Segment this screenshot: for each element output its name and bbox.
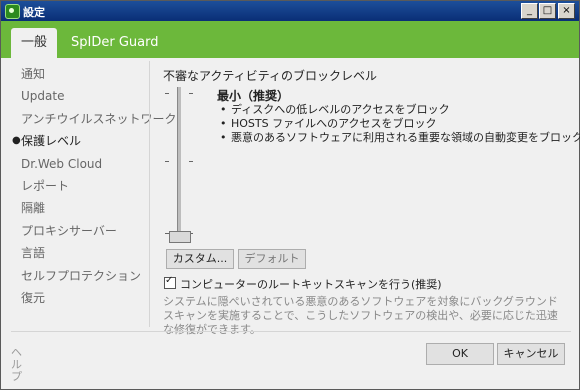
sidebar-item-self-protection[interactable]: セルフプロテクション: [11, 265, 147, 287]
level-title: 最小（推奨）: [217, 89, 290, 103]
maximize-button[interactable]: □: [539, 3, 556, 19]
custom-button[interactable]: カスタム...: [166, 249, 234, 269]
slider-track: [177, 87, 181, 237]
app-spider-icon: [5, 4, 20, 19]
slider-thumb[interactable]: [169, 231, 191, 243]
sidebar-item-protection-level[interactable]: ● 保護レベル: [11, 130, 147, 152]
settings-window: 設定 _ □ × 一般 SpIDer Guard 通知 Update アンチウイ…: [0, 0, 580, 390]
horizontal-divider: [11, 331, 571, 332]
selected-bullet-icon: ●: [12, 135, 21, 147]
sidebar-item-notifications[interactable]: 通知: [11, 63, 147, 85]
section-title: 不審なアクティビティのブロックレベル: [163, 69, 377, 83]
sidebar-item-update[interactable]: Update: [11, 85, 147, 107]
slider-tick: [165, 93, 169, 94]
slider-tick: [189, 93, 193, 94]
level-description-item: HOSTS ファイルへのアクセスをブロック: [218, 117, 580, 131]
sidebar-item-proxy-server[interactable]: プロキシサーバー: [11, 220, 147, 242]
sidebar-item-label: 保護レベル: [21, 134, 82, 149]
rootkit-scan-checkbox[interactable]: [164, 275, 176, 289]
close-button[interactable]: ×: [558, 3, 575, 19]
tab-bar: 一般 SpIDer Guard: [1, 21, 579, 58]
slider-tick: [165, 161, 169, 162]
tab-spider-guard[interactable]: SpIDer Guard: [61, 28, 168, 58]
vertical-divider: [149, 61, 150, 327]
sidebar-item-drweb-cloud[interactable]: Dr.Web Cloud: [11, 153, 147, 175]
sidebar-item-restore[interactable]: 復元: [11, 287, 147, 309]
protection-level-slider[interactable]: [161, 85, 201, 245]
sidebar-item-reports[interactable]: レポート: [11, 175, 147, 197]
slider-tick: [189, 161, 193, 162]
window-title: 設定: [23, 6, 45, 19]
ok-button[interactable]: OK: [426, 343, 494, 365]
level-description-list: ディスクへの低レベルのアクセスをブロック HOSTS ファイルへのアクセスをブロ…: [218, 103, 580, 145]
sidebar-item-language[interactable]: 言語: [11, 242, 147, 264]
sidebar: 通知 Update アンチウイルスネットワーク ● 保護レベル Dr.Web Cl…: [11, 63, 177, 309]
cancel-button[interactable]: キャンセル: [497, 343, 565, 365]
default-button[interactable]: デフォルト: [238, 249, 306, 269]
sidebar-item-quarantine[interactable]: 隔離: [11, 197, 147, 219]
level-description-item: 悪意のあるソフトウェアに利用される重要な領域の自動変更をブロック: [218, 131, 580, 145]
tab-general[interactable]: 一般: [11, 28, 58, 58]
rootkit-scan-option[interactable]: コンピューターのルートキットスキャンを行う(推奨): [164, 275, 442, 292]
help-link[interactable]: ヘルプ: [11, 347, 25, 383]
rootkit-scan-label: コンピューターのルートキットスキャンを行う(推奨): [180, 278, 442, 291]
sidebar-item-antivirus-network[interactable]: アンチウイルスネットワーク: [11, 108, 177, 130]
level-description-item: ディスクへの低レベルのアクセスをブロック: [218, 103, 580, 117]
title-bar: 設定 _ □ ×: [1, 1, 579, 21]
minimize-button[interactable]: _: [521, 3, 538, 19]
